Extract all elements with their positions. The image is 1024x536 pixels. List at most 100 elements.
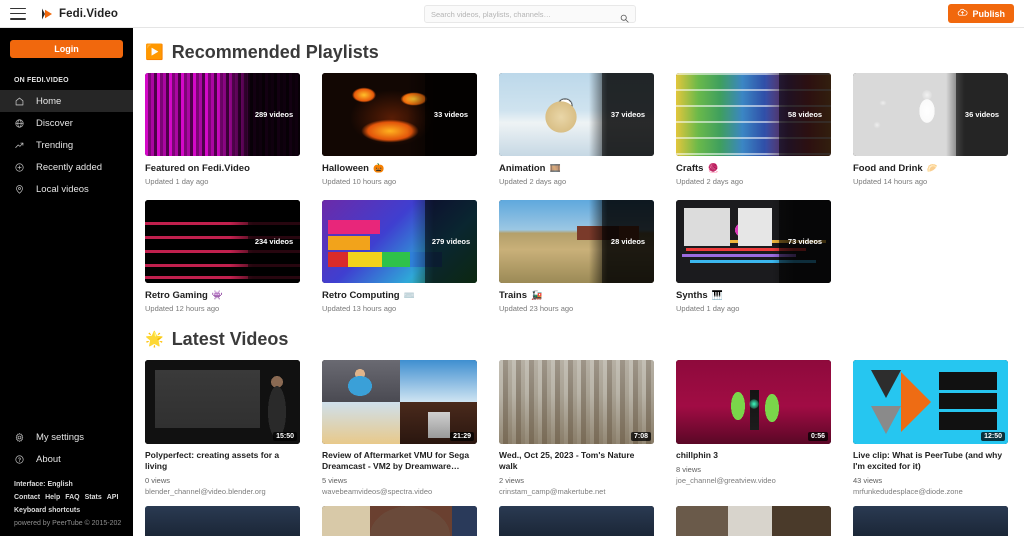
playlist-updated: Updated 13 hours ago bbox=[322, 304, 397, 313]
footer-link-stats[interactable]: Stats bbox=[85, 494, 102, 501]
keyboard-shortcuts-link[interactable]: Keyboard shortcuts bbox=[14, 504, 133, 517]
footer-links: Contact Help FAQ Stats API bbox=[14, 491, 133, 504]
video-card[interactable]: 0:56 chillphin 3 8 views joe_channel@gre… bbox=[676, 360, 831, 496]
interface-language[interactable]: Interface: English bbox=[14, 478, 133, 491]
playlist-video-count: 279 videos bbox=[425, 200, 477, 283]
playlist-thumbnail[interactable]: 73 videos bbox=[676, 200, 831, 283]
hamburger-icon[interactable] bbox=[10, 7, 26, 20]
video-card[interactable]: 12:50 Live clip: What is PeerTube (and w… bbox=[853, 360, 1008, 496]
video-title: Polyperfect: creating assets for a livin… bbox=[145, 450, 280, 471]
playlist-title-emoji: 🥟 bbox=[926, 163, 938, 173]
playlists-section-header: ▶️ Recommended Playlists bbox=[133, 28, 1024, 73]
playlist-card[interactable]: 234 videos Retro Gaming 👾 Updated 12 hou… bbox=[145, 200, 300, 313]
sidebar-item-local-videos[interactable]: Local videos bbox=[0, 178, 133, 200]
publish-button[interactable]: Publish bbox=[948, 4, 1014, 23]
video-duration: 7:08 bbox=[630, 432, 651, 441]
search-input[interactable] bbox=[431, 9, 620, 19]
footer-link-faq[interactable]: FAQ bbox=[65, 494, 79, 501]
playlist-thumbnail[interactable]: 36 videos bbox=[853, 73, 1008, 156]
video-thumbnail[interactable]: 12:50 bbox=[853, 360, 1008, 444]
playlist-title-emoji: 👾 bbox=[211, 290, 224, 300]
video-thumbnail[interactable] bbox=[322, 506, 477, 536]
playlist-title-emoji: 🎞️ bbox=[549, 163, 561, 173]
plus-circle-icon bbox=[14, 162, 25, 173]
playlist-card[interactable]: 37 videos Animation 🎞️ Updated 2 days ag… bbox=[499, 73, 654, 186]
playlist-title: Crafts 🧶 bbox=[676, 163, 831, 174]
sidebar-item-label: About bbox=[36, 453, 61, 465]
sidebar-item-trending[interactable]: Trending bbox=[0, 134, 133, 156]
playlist-thumbnail[interactable]: 37 videos bbox=[499, 73, 654, 156]
video-title: Review of Aftermarket VMU for Sega Dream… bbox=[322, 450, 470, 471]
playlist-title-text: Crafts bbox=[676, 163, 704, 174]
playlist-card[interactable]: 279 videos Retro Computing ⌨️ Updated 13… bbox=[322, 200, 477, 313]
footer-link-contact[interactable]: Contact bbox=[14, 494, 40, 501]
playlist-thumbnail[interactable]: 234 videos bbox=[145, 200, 300, 283]
video-channel[interactable]: blender_channel@video.blender.org bbox=[145, 487, 300, 496]
playlist-card[interactable]: 73 videos Synths 🎹 Updated 1 day ago bbox=[676, 200, 831, 313]
search-box[interactable] bbox=[424, 5, 636, 23]
gear-icon bbox=[14, 432, 25, 443]
video-title: chillphin 3 bbox=[676, 450, 719, 460]
playlist-card[interactable]: 58 videos Crafts 🧶 Updated 2 days ago bbox=[676, 73, 831, 186]
video-thumbnail[interactable]: 7:08 bbox=[499, 360, 654, 444]
sidebar-item-label: Home bbox=[36, 95, 62, 107]
sidebar-item-about[interactable]: About bbox=[0, 448, 133, 470]
video-thumbnail[interactable]: 0:56 bbox=[676, 360, 831, 444]
video-card[interactable]: 21:29 Review of Aftermarket VMU for Sega… bbox=[322, 360, 477, 496]
playlist-card[interactable]: 28 videos Trains 🚂 Updated 23 hours ago bbox=[499, 200, 654, 313]
video-card[interactable]: 15:50 Polyperfect: creating assets for a… bbox=[145, 360, 300, 496]
playlist-card[interactable]: 289 videos Featured on Fedi.Video Update… bbox=[145, 73, 300, 186]
playlist-thumbnail[interactable]: 289 videos bbox=[145, 73, 300, 156]
brand-logo[interactable]: Fedi.Video bbox=[40, 7, 118, 21]
playlist-thumbnail[interactable]: 279 videos bbox=[322, 200, 477, 283]
playlist-thumbnail[interactable]: 28 videos bbox=[499, 200, 654, 283]
footer-link-api[interactable]: API bbox=[107, 494, 119, 501]
video-views: 8 views bbox=[676, 465, 702, 474]
playlist-title-text: Food and Drink bbox=[853, 163, 923, 174]
section-title: Latest Videos bbox=[171, 329, 289, 349]
playlist-card[interactable]: 36 videos Food and Drink 🥟 Updated 14 ho… bbox=[853, 73, 1008, 186]
playlist-title-text: Trains bbox=[499, 290, 527, 301]
sidebar-item-label: My settings bbox=[36, 431, 85, 443]
video-channel[interactable]: joe_channel@greatview.video bbox=[676, 476, 831, 485]
sidebar-item-label: Discover bbox=[36, 117, 73, 129]
video-channel[interactable]: crinstam_camp@makertube.net bbox=[499, 487, 654, 496]
playlist-title: Halloween 🎃 bbox=[322, 163, 477, 174]
video-card[interactable]: 7:08 Wed., Oct 25, 2023 - Tom's Nature w… bbox=[499, 360, 654, 496]
playlist-updated: Updated 1 day ago bbox=[145, 177, 209, 186]
sidebar-item-recently-added[interactable]: Recently added bbox=[0, 156, 133, 178]
video-duration: 15:50 bbox=[273, 432, 297, 441]
sidebar-item-discover[interactable]: Discover bbox=[0, 112, 133, 134]
video-duration: 12:50 bbox=[981, 432, 1005, 441]
video-channel[interactable]: wavebeamvideos@spectra.video bbox=[322, 487, 477, 496]
playlist-title: Retro Computing ⌨️ bbox=[322, 290, 477, 301]
playlist-video-count: 37 videos bbox=[602, 73, 654, 156]
top-bar: Fedi.Video Publish bbox=[0, 0, 1024, 28]
playlist-title-emoji: ⌨️ bbox=[403, 290, 415, 300]
playlist-card[interactable]: 33 videos Halloween 🎃 Updated 10 hours a… bbox=[322, 73, 477, 186]
footer-link-help[interactable]: Help bbox=[45, 494, 60, 501]
video-channel[interactable]: mrfunkedudesplace@diode.zone bbox=[853, 487, 1008, 496]
playlist-thumbnail[interactable]: 58 videos bbox=[676, 73, 831, 156]
playlist-updated: Updated 2 days ago bbox=[676, 177, 744, 186]
sidebar-item-label: Local videos bbox=[36, 183, 89, 195]
brand-name: Fedi.Video bbox=[59, 7, 118, 20]
video-duration: 0:56 bbox=[807, 432, 828, 441]
playlist-video-count: 289 videos bbox=[248, 73, 300, 156]
video-thumbnail[interactable] bbox=[145, 506, 300, 536]
sidebar-bottom: My settings About Interface: English Con… bbox=[0, 426, 133, 536]
video-thumbnail[interactable]: 21:29 bbox=[322, 360, 477, 444]
thumbnail-image bbox=[853, 506, 1008, 536]
sidebar-item-my-settings[interactable]: My settings bbox=[0, 426, 133, 448]
search-icon[interactable] bbox=[620, 10, 629, 23]
video-duration: 21:29 bbox=[450, 432, 474, 441]
video-thumbnail[interactable] bbox=[853, 506, 1008, 536]
video-thumbnail[interactable] bbox=[499, 506, 654, 536]
video-thumbnail[interactable] bbox=[676, 506, 831, 536]
video-thumbnail[interactable]: 15:50 bbox=[145, 360, 300, 444]
cloud-upload-icon bbox=[957, 8, 968, 19]
sidebar-section-title: ON FEDI.VIDEO bbox=[14, 77, 69, 84]
login-button[interactable]: Login bbox=[10, 40, 123, 58]
playlist-thumbnail[interactable]: 33 videos bbox=[322, 73, 477, 156]
sidebar-item-home[interactable]: Home bbox=[0, 90, 133, 112]
